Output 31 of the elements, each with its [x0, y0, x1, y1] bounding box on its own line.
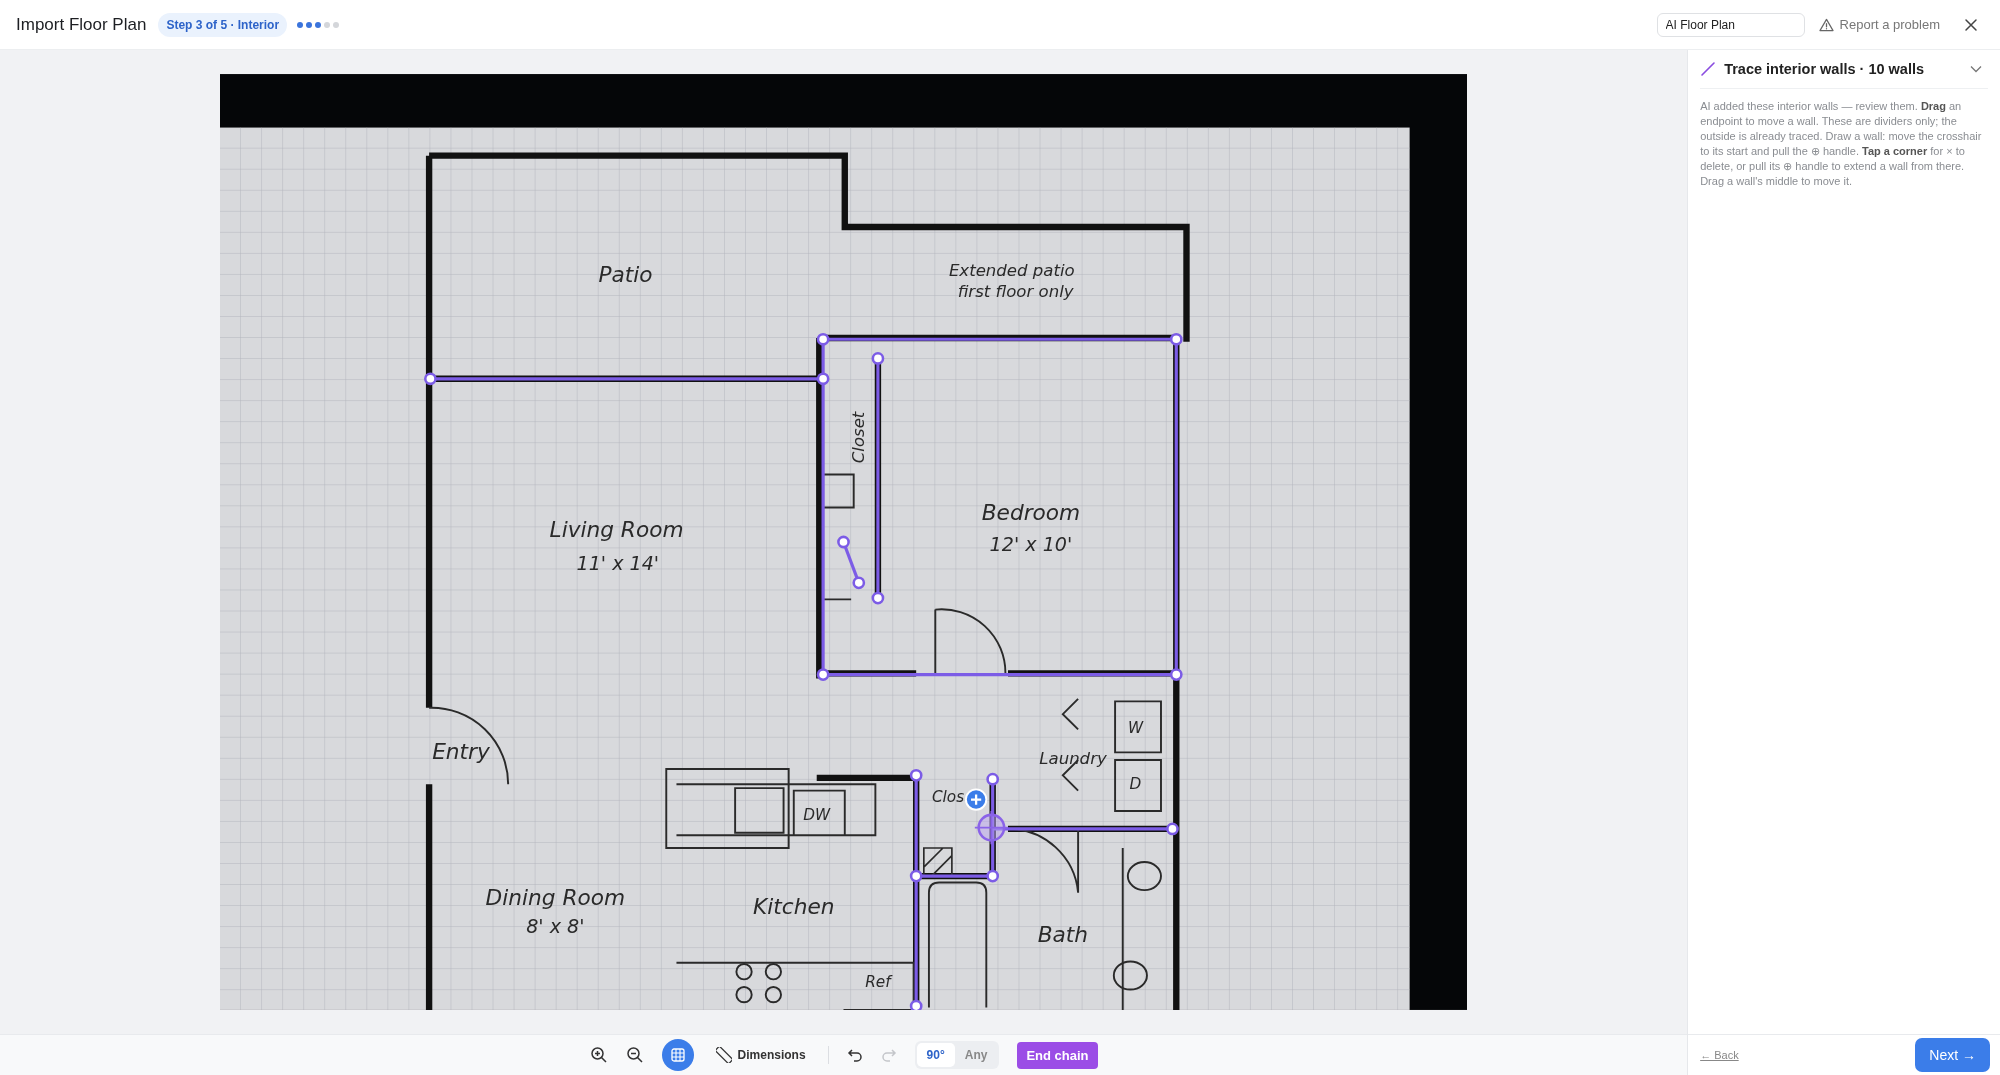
- room-label: Patio: [598, 261, 653, 287]
- room-label: Extended patio: [948, 260, 1075, 280]
- back-link[interactable]: ← Back: [1700, 1049, 1739, 1061]
- angle-mode-tab[interactable]: 90°: [916, 1043, 955, 1067]
- room-label: Living Room: [549, 516, 684, 542]
- room-label: first floor only: [957, 282, 1074, 302]
- room-label: DW: [803, 805, 831, 824]
- plan-name-field[interactable]: AI Floor Plan: [1656, 12, 1805, 37]
- room-label: Closet: [849, 411, 868, 464]
- angle-mode-tab[interactable]: Any: [954, 1043, 998, 1067]
- end-chain-button[interactable]: End chain: [1017, 1041, 1098, 1069]
- room-label: Kitchen: [753, 894, 835, 920]
- dimensions-button[interactable]: Dimensions: [711, 1047, 810, 1063]
- room-label: W: [1128, 719, 1144, 738]
- room-label: 8' x 8': [526, 915, 585, 939]
- room-label: Bath: [1037, 922, 1089, 948]
- page-title: Import Floor Plan: [16, 14, 147, 35]
- report-problem-link[interactable]: Report a problem: [1818, 17, 1940, 32]
- room-label: 11' x 14': [576, 552, 660, 576]
- panel-title: Trace interior walls · 10 walls: [1724, 61, 1926, 77]
- room-label: 12' x 10': [989, 532, 1073, 556]
- help-text: AI added these interior walls — review them. Drag an endpoint to move a wall. These are dividers only; the outside is already traced. Draw a wall: move the crosshair to its start and pull the ⊕ handle. Tap a corner for × to delete, or pull its ⊕ handle to extend a wall from there. Drag a wall's middle to move it.: [1700, 99, 1983, 189]
- room-label: Ref: [865, 973, 891, 991]
- room-label: Laundry: [1039, 748, 1107, 768]
- next-button[interactable]: Next →: [1915, 1038, 1990, 1072]
- room-label: Clos: [932, 788, 965, 807]
- step-badge: Step 3 of 5 · Interior: [158, 12, 288, 37]
- room-label: Dining Room: [485, 885, 626, 911]
- room-label: D: [1129, 775, 1142, 794]
- room-label: Bedroom: [981, 500, 1081, 526]
- room-label: Entry: [432, 738, 490, 764]
